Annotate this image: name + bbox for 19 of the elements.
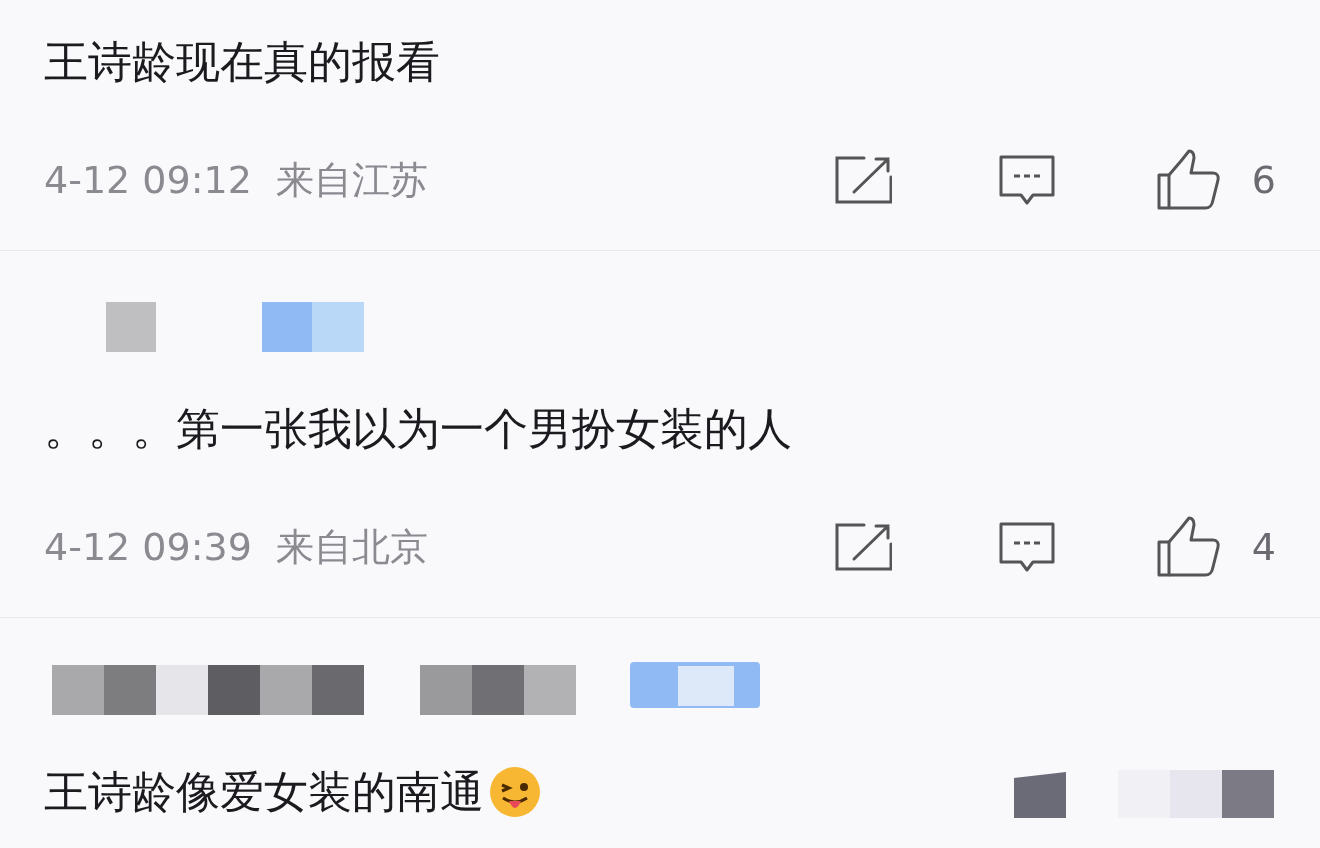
- comment-time: 4-12 09:39: [44, 525, 252, 569]
- share-button[interactable]: [833, 155, 892, 205]
- share-button[interactable]: [833, 522, 892, 572]
- share-icon: [833, 155, 892, 205]
- comment-location: 来自北京: [275, 523, 428, 571]
- reply-button[interactable]: [997, 521, 1056, 573]
- comment-text: 。。。第一张我以为一个男扮女装的人: [44, 402, 792, 456]
- like-button[interactable]: 6: [1155, 149, 1276, 211]
- comment-location: 来自江苏: [275, 156, 428, 204]
- thumbs-up-icon: [1155, 516, 1222, 578]
- comment-text: 王诗龄像爱女装的南通: [44, 765, 484, 819]
- like-button[interactable]: 4: [1155, 516, 1276, 578]
- comment-icon: [997, 154, 1056, 206]
- comment-time: 4-12 09:12: [44, 158, 252, 202]
- comment-icon: [997, 521, 1056, 573]
- thumbs-up-icon: [1155, 149, 1222, 211]
- comment-text: 王诗龄现在真的报看: [44, 35, 440, 89]
- reply-button[interactable]: [997, 154, 1056, 206]
- share-icon: [833, 522, 892, 572]
